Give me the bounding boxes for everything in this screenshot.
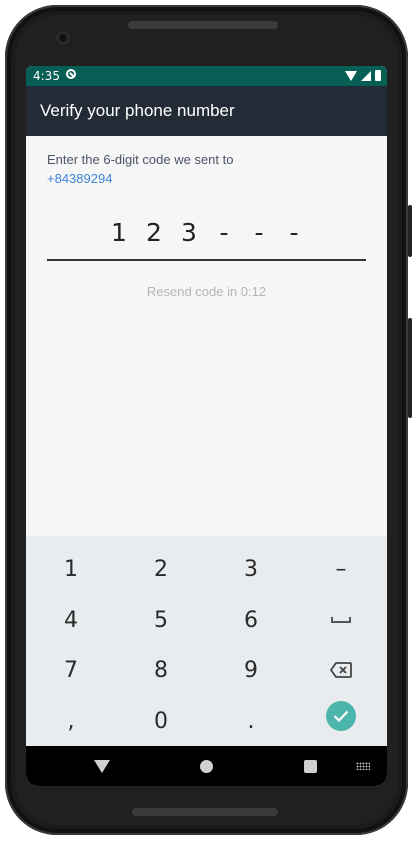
code-digit-4: -	[219, 218, 229, 247]
code-digit-6: -	[289, 218, 299, 247]
instruction-block: Enter the 6-digit code we sent to +84389…	[47, 152, 367, 186]
home-icon[interactable]	[200, 760, 213, 773]
key-period[interactable]: .	[206, 696, 296, 746]
sync-icon	[66, 69, 76, 79]
app-bar: Verify your phone number	[26, 86, 387, 136]
key-comma[interactable]: ,	[26, 696, 116, 746]
numeric-keypad: 1 2 3 – 4 5 6 7 8 9 , 0 .	[26, 536, 387, 746]
screen: 4:35 Verify your phone number Enter the …	[26, 66, 387, 786]
power-button	[408, 205, 412, 257]
space-icon	[331, 617, 351, 623]
status-icons	[345, 70, 381, 81]
key-3[interactable]: 3	[206, 544, 296, 594]
back-icon[interactable]	[94, 760, 110, 773]
key-1[interactable]: 1	[26, 544, 116, 594]
key-8[interactable]: 8	[116, 645, 206, 695]
code-digit-1: 1	[111, 218, 127, 247]
key-5[interactable]: 5	[116, 595, 206, 645]
key-0[interactable]: 0	[116, 696, 206, 746]
key-space[interactable]	[296, 595, 386, 645]
volume-button	[408, 318, 412, 418]
key-9[interactable]: 9	[206, 645, 296, 695]
recents-icon[interactable]	[304, 760, 317, 773]
phone-number-link[interactable]: +84389294	[47, 171, 367, 186]
front-camera-icon	[56, 31, 70, 45]
code-digit-5: -	[254, 218, 264, 247]
backspace-icon	[330, 662, 352, 678]
key-7[interactable]: 7	[26, 645, 116, 695]
key-6[interactable]: 6	[206, 595, 296, 645]
confirm-key[interactable]	[296, 691, 386, 741]
code-underline	[47, 259, 366, 261]
key-backspace[interactable]	[296, 645, 386, 695]
code-input[interactable]: 1 2 3 - - -	[47, 218, 366, 260]
checkmark-icon	[326, 701, 356, 731]
signal-icon	[361, 70, 371, 81]
code-digit-2: 2	[146, 218, 162, 247]
key-4[interactable]: 4	[26, 595, 116, 645]
instruction-text: Enter the 6-digit code we sent to	[47, 152, 234, 167]
resend-timer-text: Resend code in 0:12	[146, 284, 267, 299]
navigation-bar	[26, 746, 387, 786]
key-dash[interactable]: –	[296, 544, 386, 594]
battery-icon	[375, 70, 381, 81]
code-digit-3: 3	[181, 218, 197, 247]
status-bar: 4:35	[26, 66, 387, 86]
earpiece-speaker	[128, 21, 278, 29]
bottom-speaker	[132, 808, 278, 816]
wifi-icon	[345, 70, 357, 81]
status-time: 4:35	[33, 69, 60, 83]
keyboard-switch-icon[interactable]	[356, 762, 370, 770]
key-2[interactable]: 2	[116, 544, 206, 594]
page-title: Verify your phone number	[40, 101, 235, 120]
